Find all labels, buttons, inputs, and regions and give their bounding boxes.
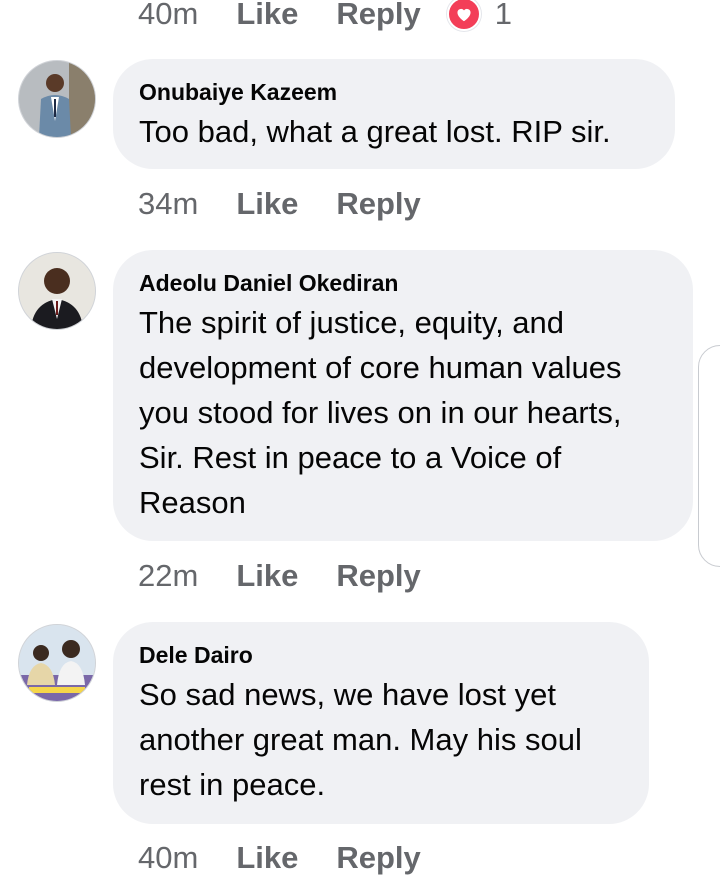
comment-author[interactable]: Adeolu Daniel Okediran bbox=[139, 268, 667, 298]
comment-author[interactable]: Onubaiye Kazeem bbox=[139, 77, 649, 107]
comment-bubble: Onubaiye Kazeem Too bad, what a great lo… bbox=[113, 59, 675, 169]
comment-actions-top: 40m Like Reply 1 bbox=[138, 0, 512, 34]
avatar[interactable] bbox=[18, 60, 96, 138]
comment-text: Too bad, what a great lost. RIP sir. bbox=[139, 114, 611, 149]
reaction-summary[interactable]: 1 bbox=[446, 0, 513, 32]
like-button[interactable]: Like bbox=[236, 558, 298, 594]
comment-author[interactable]: Dele Dairo bbox=[139, 640, 623, 670]
comment-actions: 34m Like Reply bbox=[138, 184, 421, 224]
like-button[interactable]: Like bbox=[236, 186, 298, 222]
comment-timestamp: 40m bbox=[138, 0, 199, 31]
comment-actions: 22m Like Reply bbox=[138, 556, 421, 596]
comment-timestamp: 40m bbox=[138, 840, 199, 875]
reaction-count: 1 bbox=[494, 0, 513, 31]
comment-text: So sad news, we have lost yet another gr… bbox=[139, 677, 582, 802]
comment-bubble: Dele Dairo So sad news, we have lost yet… bbox=[113, 622, 649, 824]
comment-timestamp: 22m bbox=[138, 558, 199, 593]
reply-button[interactable]: Reply bbox=[336, 840, 420, 876]
reply-button[interactable]: Reply bbox=[336, 186, 420, 222]
comment-text: The spirit of justice, equity, and devel… bbox=[139, 305, 622, 520]
love-icon bbox=[446, 0, 481, 31]
like-button[interactable]: Like bbox=[236, 840, 298, 876]
like-button[interactable]: Like bbox=[236, 0, 298, 32]
comment-bubble: Adeolu Daniel Okediran The spirit of jus… bbox=[113, 250, 693, 541]
comment-actions: 40m Like Reply bbox=[138, 838, 421, 878]
avatar[interactable] bbox=[18, 624, 96, 702]
side-panel-handle[interactable] bbox=[698, 345, 720, 567]
avatar[interactable] bbox=[18, 252, 96, 330]
reply-button[interactable]: Reply bbox=[336, 558, 420, 594]
reply-button[interactable]: Reply bbox=[336, 0, 420, 32]
comment-timestamp: 34m bbox=[138, 186, 199, 221]
